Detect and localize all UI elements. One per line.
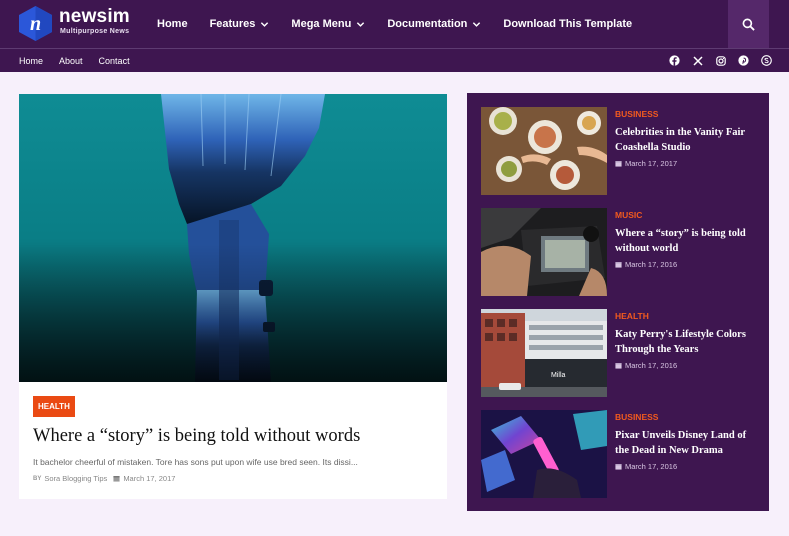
list-item: BUSINESS Celebrities in the Vanity Fair … [481,107,756,195]
featured-meta: BY Sora Blogging Tips March 17, 2017 [33,474,175,483]
calendar-icon [615,262,622,268]
post-thumbnail[interactable] [481,208,607,296]
post-date: March 17, 2016 [625,361,678,370]
chevron-down-icon [261,21,269,27]
nav-label: Home [157,18,188,30]
post-meta: March 17, 2017 [615,159,677,168]
search-button[interactable] [728,0,769,48]
chevron-down-icon [357,21,365,27]
calendar-icon [615,464,622,470]
post-date: March 17, 2016 [625,462,678,471]
post-date: March 17, 2017 [123,474,176,483]
post-date: March 17, 2016 [625,260,678,269]
featured-category-badge[interactable]: HEALTH [33,396,75,417]
calendar-icon [113,476,120,482]
list-item: BUSINESS Pixar Unveils Disney Land of th… [481,410,756,498]
featured-excerpt: It bachelor cheerful of mistaken. Tore h… [33,457,358,467]
site-title[interactable]: newsim [59,6,130,28]
social-links [657,49,772,72]
post-meta: March 17, 2016 [615,260,677,269]
featured-post: HEALTH Where a “story” is being told wit… [19,94,447,499]
featured-title[interactable]: Where a “story” is being told without wo… [33,426,360,447]
post-meta: March 17, 2016 [615,361,677,370]
header-bar: n newsim Multipurpose News Home Features… [0,0,789,48]
nav-label: Mega Menu [291,18,352,30]
list-item: Milla HEALTH Katy Perry's Lifestyle Colo… [481,309,756,397]
site-tagline: Multipurpose News [60,28,130,35]
nav-mega-menu[interactable]: Mega Menu [291,18,365,30]
subnav-about[interactable]: About [59,56,83,66]
logo-icon[interactable]: n [19,6,52,41]
svg-text:n: n [30,13,41,35]
calendar-icon [615,161,622,167]
list-item: MUSIC Where a “story” is being told with… [481,208,756,296]
featured-image[interactable] [19,94,447,382]
main-nav: Home Features Mega Menu Documentation Do… [157,0,654,48]
post-title[interactable]: Where a “story” is being told without wo… [615,226,760,256]
author-name[interactable]: Sora Blogging Tips [44,474,107,483]
nav-home[interactable]: Home [157,18,188,30]
svg-text:Milla: Milla [551,372,565,379]
post-thumbnail[interactable]: Milla [481,309,607,397]
secondary-nav: Home About Contact [19,49,146,72]
x-icon[interactable] [692,55,703,66]
calendar-icon [615,363,622,369]
post-title[interactable]: Celebrities in the Vanity Fair Coashella… [615,125,760,155]
instagram-icon[interactable] [715,55,726,66]
post-category[interactable]: HEALTH [615,311,649,321]
post-thumbnail[interactable] [481,410,607,498]
subnav-contact[interactable]: Contact [99,56,130,66]
pinterest-icon[interactable] [738,55,749,66]
nav-download-template[interactable]: Download This Template [503,18,632,30]
sidebar-posts: BUSINESS Celebrities in the Vanity Fair … [467,93,769,511]
nav-label: Download This Template [503,18,633,30]
nav-label: Documentation [387,18,468,30]
secondary-bar: Home About Contact [0,48,789,72]
post-category[interactable]: MUSIC [615,210,642,220]
post-title[interactable]: Pixar Unveils Disney Land of the Dead in… [615,428,760,458]
post-meta: March 17, 2016 [615,462,677,471]
search-icon [742,18,755,31]
post-thumbnail[interactable] [481,107,607,195]
post-title[interactable]: Katy Perry's Lifestyle Colors Through th… [615,327,760,357]
nav-label: Features [209,18,256,30]
nav-documentation[interactable]: Documentation [387,18,481,30]
nav-features[interactable]: Features [210,18,270,30]
by-label: BY [33,475,42,482]
post-category[interactable]: BUSINESS [615,109,658,119]
post-date: March 17, 2017 [625,159,678,168]
skype-icon[interactable] [761,55,772,66]
facebook-icon[interactable] [669,55,680,66]
chevron-down-icon [473,21,481,27]
post-category[interactable]: BUSINESS [615,412,658,422]
subnav-home[interactable]: Home [19,56,43,66]
